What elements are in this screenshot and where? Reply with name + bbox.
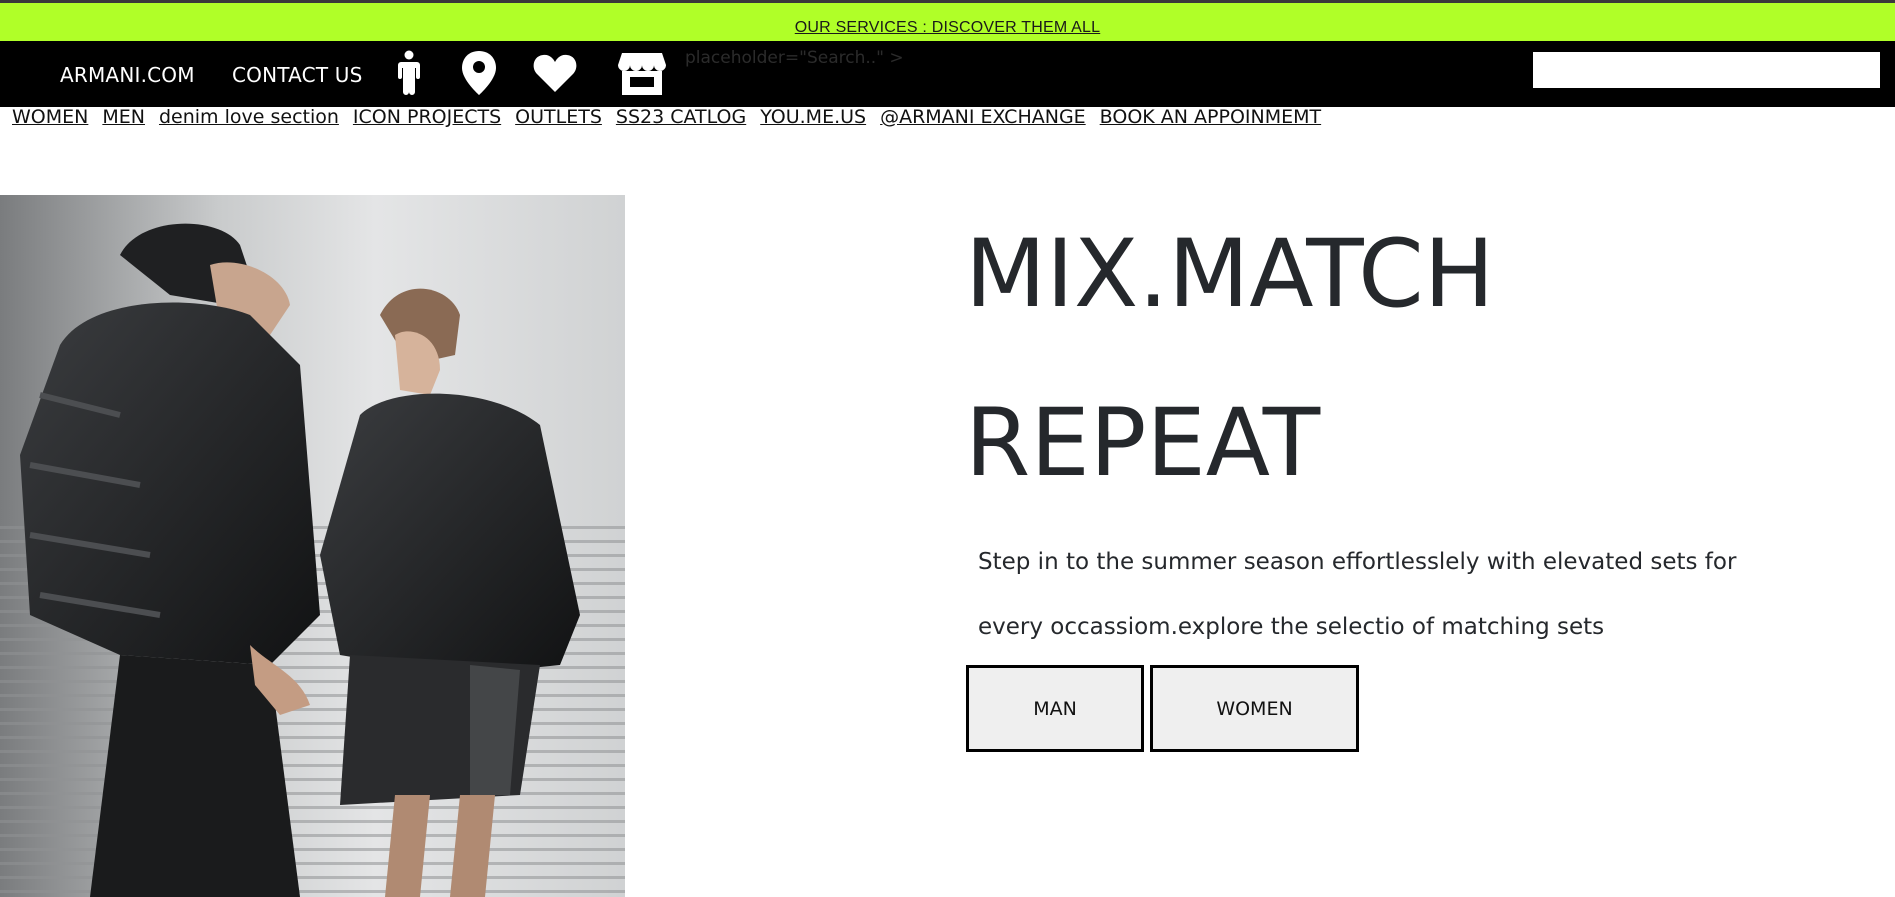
category-link-book-appointment[interactable]: BOOK AN APPOINMEMT bbox=[1100, 106, 1321, 128]
person-icon[interactable] bbox=[394, 50, 424, 100]
category-link-icon-projects[interactable]: ICON PROJECTS bbox=[353, 106, 501, 128]
category-nav: WOMEN MEN denim love section ICON PROJECTS O… bbox=[12, 106, 1335, 128]
shop-man-button[interactable]: MAN bbox=[966, 665, 1144, 752]
location-pin-icon[interactable] bbox=[460, 50, 498, 100]
category-link-women[interactable]: WOMEN bbox=[12, 106, 88, 128]
category-link-men[interactable]: MEN bbox=[102, 106, 145, 128]
heart-icon[interactable] bbox=[532, 52, 578, 98]
services-link[interactable]: OUR SERVICES : DISCOVER THEM ALL bbox=[795, 19, 1100, 37]
store-icon[interactable] bbox=[617, 51, 667, 101]
category-link-outlets[interactable]: OUTLETS bbox=[515, 106, 602, 128]
hero-headline-line-2: REPEAT bbox=[965, 389, 1321, 498]
hero-headline-line-1: MIX.MATCH bbox=[965, 220, 1495, 329]
category-link-you-me-us[interactable]: YOU.ME.US bbox=[760, 106, 866, 128]
category-link-ss23-catlog[interactable]: SS23 CATLOG bbox=[616, 106, 746, 128]
armani-link[interactable]: ARMANI.COM bbox=[60, 63, 195, 87]
hero-description-line-2: every occassiom.explore the selectio of … bbox=[978, 614, 1605, 640]
hero-description-line-1: Step in to the summer season effortlessl… bbox=[978, 549, 1737, 575]
contact-link[interactable]: CONTACT US bbox=[232, 63, 363, 87]
promo-bar: OUR SERVICES : DISCOVER THEM ALL bbox=[0, 0, 1895, 41]
category-link-armani-exchange[interactable]: @ARMANI EXCHANGE bbox=[880, 106, 1086, 128]
shop-women-button[interactable]: WOMEN bbox=[1150, 665, 1359, 752]
category-link-denim-love[interactable]: denim love section bbox=[159, 106, 339, 128]
search-input[interactable] bbox=[1533, 52, 1880, 88]
stray-placeholder-text: placeholder="Search.." > bbox=[685, 48, 904, 68]
hero-image bbox=[0, 195, 625, 897]
